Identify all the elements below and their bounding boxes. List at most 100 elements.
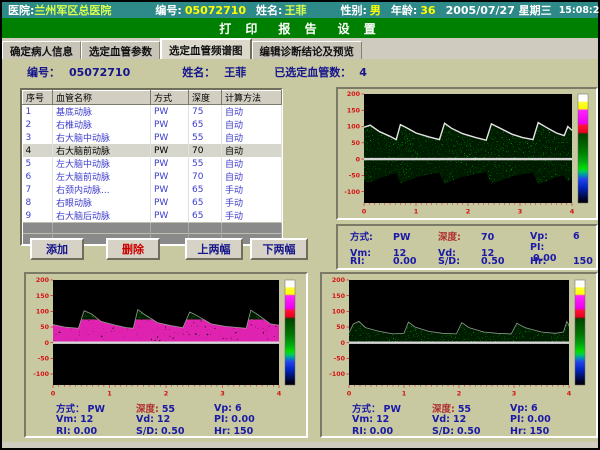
delete-vessel-button[interactable]: 删除 bbox=[106, 238, 160, 260]
table-cell: 右大脑前动脉 bbox=[53, 144, 151, 157]
table-cell: 7 bbox=[23, 183, 53, 196]
table-cell: 手动 bbox=[222, 209, 282, 223]
table-row[interactable]: 9右大脑后动脉PW65手动 bbox=[23, 209, 282, 223]
param-ri: RI:0.00 bbox=[56, 426, 136, 437]
patient-name-value: 王菲 bbox=[284, 2, 306, 18]
clock-display: 15:08:22 bbox=[559, 5, 600, 16]
table-row[interactable]: 2右椎动脉PW65自动 bbox=[23, 118, 282, 131]
table-row[interactable]: 1基底动脉PW75自动 bbox=[23, 105, 282, 119]
empty-table-row bbox=[23, 223, 282, 234]
menu-item-0[interactable]: 打 印 bbox=[219, 20, 262, 37]
menu-item-1[interactable]: 报 告 bbox=[278, 20, 321, 37]
next-two-frames-button[interactable]: 下两幅 bbox=[250, 238, 308, 260]
title-bar: 医院: 兰州军区总医院 编号: 05072710 姓名: 王菲 性别: 男 年龄… bbox=[2, 2, 598, 18]
table-cell: 65 bbox=[189, 196, 222, 209]
tab-2[interactable]: 选定血管频谱图 bbox=[160, 38, 252, 59]
svg-text:3: 3 bbox=[220, 390, 225, 398]
params-row: Vm:12Vd:12PI:0.00 bbox=[56, 413, 306, 425]
svg-text:50: 50 bbox=[336, 324, 345, 331]
table-cell: 8 bbox=[23, 196, 53, 209]
table-cell: 自动 bbox=[222, 105, 282, 119]
tab-strip: 确定病人信息选定血管参数选定血管频谱图编辑诊断结论及预览 bbox=[2, 38, 598, 59]
table-cell: 6 bbox=[23, 170, 53, 183]
column-header: 序号 bbox=[23, 91, 53, 105]
age-value: 36 bbox=[420, 4, 435, 17]
svg-text:50: 50 bbox=[40, 324, 49, 331]
params-row: Vm:12Vd:12PI:0.00 bbox=[352, 413, 596, 425]
params-panel-bottom-right: 方式：PW深度:55Vp:6Vm:12Vd:12PI:0.00RI:0.00S/… bbox=[352, 401, 596, 437]
tab-3[interactable]: 编辑诊断结论及预览 bbox=[252, 41, 363, 59]
patient-name-label: 姓名: bbox=[256, 2, 282, 18]
table-cell: PW bbox=[151, 170, 189, 183]
table-cell: PW bbox=[151, 157, 189, 170]
params-panel-bottom-left: 方式：PW深度:55Vp:6Vm:12Vd:12PI:0.00RI:0.00S/… bbox=[56, 401, 306, 437]
table-row[interactable]: 6左大脑前动脉PW70自动 bbox=[23, 170, 282, 183]
table-row[interactable]: 5左大脑中动脉PW55自动 bbox=[23, 157, 282, 170]
tab-0[interactable]: 确定病人信息 bbox=[2, 41, 81, 59]
spectrogram-panel-bottom-left: 200150100500-50-10001234 方式：PW深度:55Vp:6V… bbox=[24, 272, 308, 438]
add-vessel-button[interactable]: 添加 bbox=[30, 238, 84, 260]
params-panel-top-right: 方式:PW深度:70Vp:6Vm:12Vd:12PI:0.00RI:0.00S/… bbox=[336, 224, 598, 270]
params-row: RI:0.00S/D:0.50Hr:150 bbox=[338, 255, 596, 268]
table-row[interactable]: 8右眼动脉PW65手动 bbox=[23, 196, 282, 209]
svg-text:0: 0 bbox=[356, 156, 361, 163]
column-header: 方式 bbox=[151, 91, 189, 105]
param-vd: Vd:12 bbox=[136, 414, 214, 425]
param-vm: Vm:12 bbox=[56, 414, 136, 425]
table-cell: 自动 bbox=[222, 144, 282, 157]
menu-item-2[interactable]: 设 置 bbox=[338, 20, 381, 37]
svg-text:100: 100 bbox=[347, 124, 361, 131]
client-area: 编号： 05072710 姓名： 王菲 已选定血管数： 4 序号血管名称方式深度… bbox=[2, 59, 598, 442]
summary-id-label: 编号： bbox=[27, 64, 60, 80]
table-cell: 左大脑前动脉 bbox=[53, 170, 151, 183]
param-sd: S/D:0.50 bbox=[432, 426, 510, 437]
table-cell: 3 bbox=[23, 131, 53, 144]
table-cell: 左大脑中动脉 bbox=[53, 157, 151, 170]
svg-text:200: 200 bbox=[332, 277, 346, 284]
table-cell: 70 bbox=[189, 170, 222, 183]
hospital-value: 兰州军区总医院 bbox=[34, 2, 111, 18]
param-hr: Hr:150 bbox=[214, 426, 306, 437]
table-cell: 右椎动脉 bbox=[53, 118, 151, 131]
param-深度: 深度:70 bbox=[438, 229, 530, 243]
table-cell: 右大脑后动脉 bbox=[53, 209, 151, 223]
table-cell: 2 bbox=[23, 118, 53, 131]
table-cell: PW bbox=[151, 196, 189, 209]
svg-text:0: 0 bbox=[341, 340, 346, 347]
table-cell: PW bbox=[151, 144, 189, 157]
table-cell: 手动 bbox=[222, 183, 282, 196]
vessel-table-header: 序号血管名称方式深度计算方法 bbox=[23, 91, 282, 105]
table-cell: 右颈内动脉... bbox=[53, 183, 151, 196]
svg-text:3: 3 bbox=[518, 208, 523, 216]
svg-text:150: 150 bbox=[332, 293, 346, 300]
svg-text:200: 200 bbox=[347, 91, 361, 98]
svg-text:1: 1 bbox=[414, 208, 419, 216]
table-row[interactable]: 7右颈内动脉...PW65手动 bbox=[23, 183, 282, 196]
tab-1[interactable]: 选定血管参数 bbox=[81, 41, 160, 59]
table-cell: 4 bbox=[23, 144, 53, 157]
table-cell: PW bbox=[151, 131, 189, 144]
table-cell: 自动 bbox=[222, 170, 282, 183]
table-cell: 75 bbox=[189, 105, 222, 119]
table-row[interactable]: 4右大脑前动脉PW70自动 bbox=[23, 144, 282, 157]
svg-text:50: 50 bbox=[351, 140, 360, 147]
table-cell: 右大脑中动脉 bbox=[53, 131, 151, 144]
table-cell: PW bbox=[151, 209, 189, 223]
table-cell: 5 bbox=[23, 157, 53, 170]
param-sd: S/D:0.50 bbox=[136, 426, 214, 437]
svg-text:-50: -50 bbox=[334, 356, 346, 363]
doppler-spectrogram-top-right: 200150100500-50-10001234 bbox=[340, 90, 594, 216]
svg-text:0: 0 bbox=[362, 208, 367, 216]
params-row: RI:0.00S/D:0.50Hr:150 bbox=[56, 425, 306, 437]
summary-name-value: 王菲 bbox=[224, 64, 246, 80]
doppler-spectrogram-bottom-right: 200150100500-50-10001234 bbox=[325, 276, 591, 398]
patient-id-value: 05072710 bbox=[185, 4, 246, 17]
empty-table-cell bbox=[222, 223, 282, 234]
previous-two-frames-button[interactable]: 上两幅 bbox=[185, 238, 243, 260]
summary-id-value: 05072710 bbox=[69, 66, 130, 79]
table-row[interactable]: 3右大脑中动脉PW55自动 bbox=[23, 131, 282, 144]
summary-name-label: 姓名： bbox=[182, 64, 215, 80]
empty-table-cell bbox=[53, 223, 151, 234]
hospital-label: 医院: bbox=[8, 2, 34, 18]
svg-text:200: 200 bbox=[36, 277, 50, 284]
